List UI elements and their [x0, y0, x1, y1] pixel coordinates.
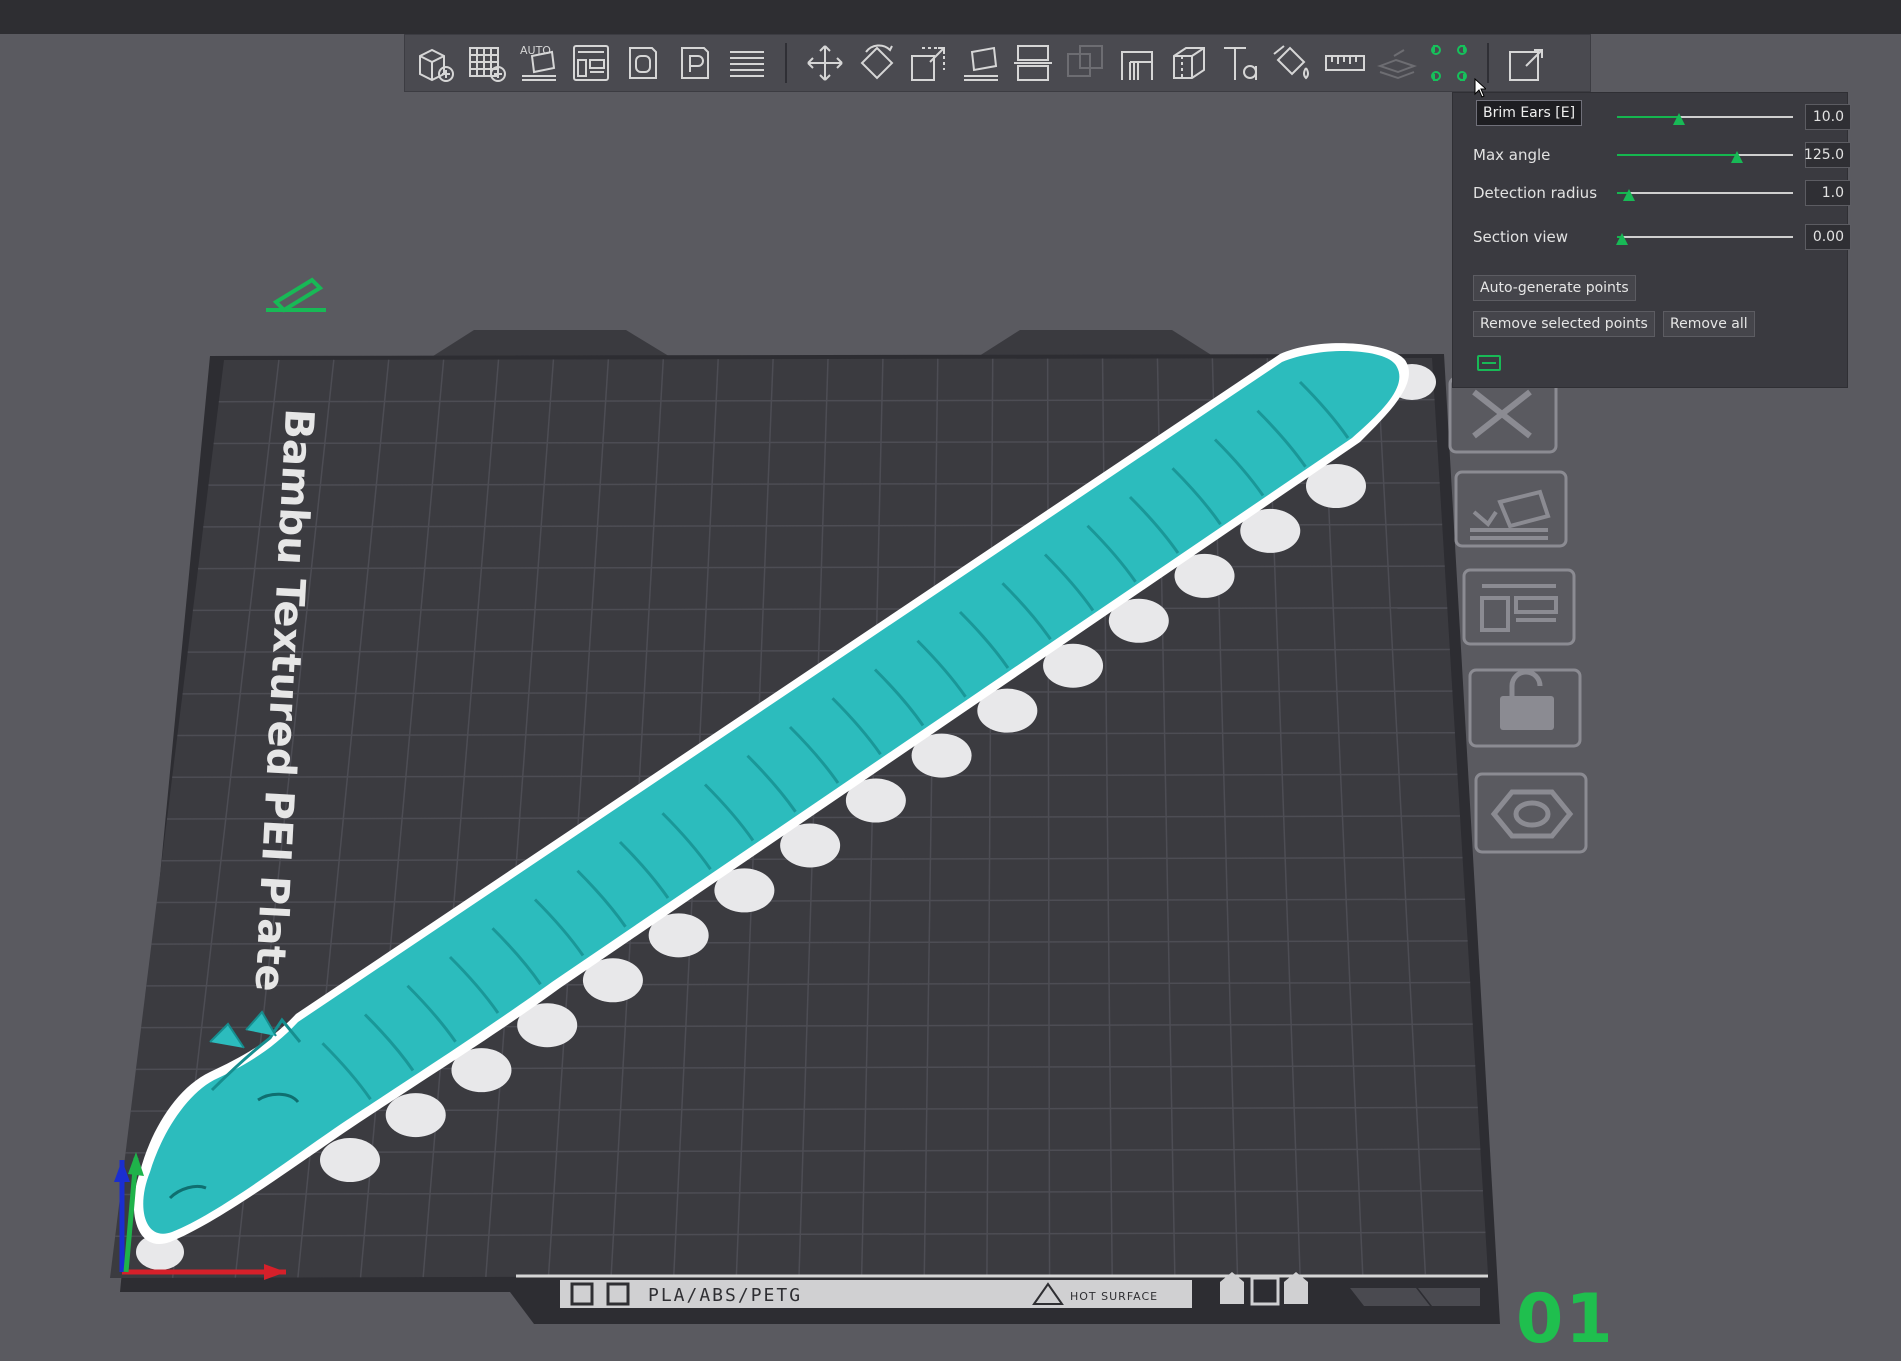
hot-surface-label: HOT SURFACE: [1070, 1290, 1158, 1303]
cube-plus-icon: [419, 48, 454, 82]
support-paint-icon: [1121, 51, 1153, 80]
remove-selected-points-button[interactable]: Remove selected points: [1473, 311, 1655, 337]
brim-ears-icon: [1431, 45, 1467, 81]
rotate-icon: [860, 44, 894, 80]
edit-pencil-icon[interactable]: [266, 277, 326, 313]
rotate-button[interactable]: [853, 39, 901, 87]
support-paint-button[interactable]: [1113, 39, 1161, 87]
brim-size-value[interactable]: 10.0: [1805, 104, 1851, 130]
cut-icon: [1014, 45, 1052, 81]
brim-ear: [385, 1093, 446, 1138]
seam-paint-icon: [1173, 47, 1205, 79]
plate-tab-right: [976, 330, 1216, 358]
scale-button[interactable]: [905, 39, 953, 87]
side-close-button[interactable]: [1448, 376, 1558, 454]
side-settings-button[interactable]: [1474, 772, 1588, 854]
seam-paint-button[interactable]: [1165, 39, 1213, 87]
lay-on-face-icon: [964, 46, 998, 81]
assembly-button[interactable]: [1373, 39, 1421, 87]
material-label: PLA/ABS/PETG: [648, 1285, 802, 1306]
title-bar: [0, 0, 1901, 34]
add-plate-button[interactable]: [463, 39, 511, 87]
detection-radius-slider[interactable]: [1617, 183, 1793, 203]
tooltip: Brim Ears [E]: [1476, 100, 1583, 126]
plate-tab-left: [430, 330, 672, 358]
detection-radius-row: Detection radius 1.0: [1473, 179, 1851, 207]
split-objects-icon: [629, 47, 657, 79]
max-angle-value[interactable]: 125.0: [1804, 142, 1851, 168]
assemble-view-button[interactable]: [1503, 39, 1551, 87]
detection-radius-label: Detection radius: [1473, 184, 1598, 202]
arrange-button[interactable]: [567, 39, 615, 87]
max-angle-label: Max angle: [1473, 146, 1551, 164]
measure-button[interactable]: [1321, 39, 1369, 87]
main-toolbar: AUTO: [404, 34, 1591, 92]
move-icon: [807, 45, 843, 81]
auto-orient-icon: AUTO: [520, 44, 556, 81]
lay-on-face-button[interactable]: [957, 39, 1005, 87]
keyboard-icon[interactable]: [1477, 355, 1501, 371]
layers-icon: [730, 51, 764, 77]
plate-number: 01: [1516, 1280, 1615, 1359]
boolean-icon: [1067, 45, 1103, 77]
mouse-cursor: [1474, 78, 1486, 98]
section-view-row: Section view 0.00: [1473, 223, 1851, 251]
max-angle-row: Max angle 125.0: [1473, 141, 1851, 169]
arrange-icon: [573, 45, 609, 81]
split-parts-button[interactable]: [671, 39, 719, 87]
brim-ears-panel: 10.0 Max angle 125.0 Detection radius 1.…: [1452, 92, 1851, 388]
ruler-icon: [1325, 55, 1365, 71]
layers-button[interactable]: [723, 39, 771, 87]
text-icon: [1224, 47, 1257, 80]
assemble-view-icon: [1509, 49, 1543, 81]
toolbar-separator: [785, 43, 787, 83]
detection-radius-value[interactable]: 1.0: [1805, 180, 1851, 206]
toolbar-separator: [1487, 43, 1489, 83]
remove-all-button[interactable]: Remove all: [1663, 311, 1755, 337]
grid-plus-icon: [469, 47, 506, 82]
side-lock-button[interactable]: [1468, 668, 1582, 748]
section-view-label: Section view: [1473, 228, 1569, 246]
section-view-value[interactable]: 0.00: [1805, 224, 1851, 250]
paint-bucket-icon: [1273, 45, 1309, 80]
side-auto-orient-button[interactable]: [1454, 470, 1568, 548]
assembly-icon: [1377, 49, 1417, 80]
brim-ears-button[interactable]: [1425, 39, 1473, 87]
max-angle-slider[interactable]: [1617, 145, 1793, 165]
add-object-button[interactable]: [411, 39, 459, 87]
brim-ear: [320, 1138, 380, 1182]
auto-orient-button[interactable]: AUTO: [515, 39, 563, 87]
split-objects-button[interactable]: [619, 39, 667, 87]
side-arrange-button[interactable]: [1462, 568, 1576, 646]
color-paint-button[interactable]: [1269, 39, 1317, 87]
text-button[interactable]: [1217, 39, 1265, 87]
brim-size-slider[interactable]: [1617, 107, 1793, 127]
section-view-slider[interactable]: [1616, 227, 1793, 247]
split-parts-icon: [681, 47, 709, 79]
boolean-button[interactable]: [1061, 39, 1109, 87]
scale-icon: [911, 47, 945, 81]
move-button[interactable]: [801, 39, 849, 87]
auto-generate-points-button[interactable]: Auto-generate points: [1473, 275, 1636, 301]
cut-button[interactable]: [1009, 39, 1057, 87]
